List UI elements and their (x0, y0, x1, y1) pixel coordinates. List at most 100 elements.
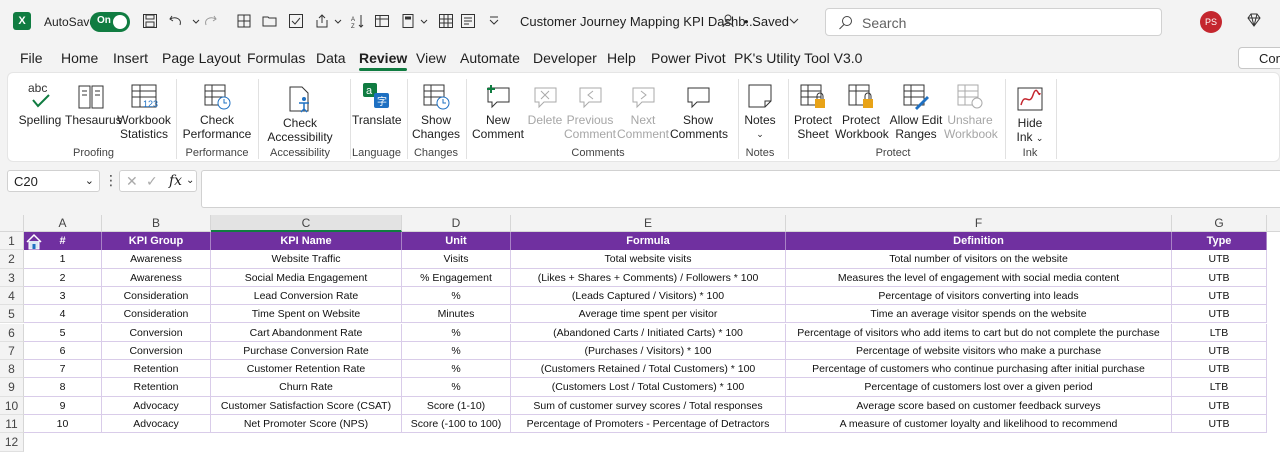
cell-kpi-name[interactable]: Time Spent on Website (211, 305, 402, 324)
cell-kpi-group[interactable]: Retention (102, 378, 211, 397)
cell-formula[interactable]: (Purchases / Visitors) * 100 (511, 341, 786, 361)
formula-input[interactable] (201, 170, 1280, 208)
cell-unit[interactable]: % (402, 323, 511, 342)
cell-type[interactable]: LTB (1172, 323, 1267, 342)
cell-kpi-name[interactable]: Customer Retention Rate (211, 360, 402, 379)
cell-kpi-name[interactable]: Social Media Engagement (211, 268, 402, 287)
header-cell-kpi-group[interactable]: KPI Group (102, 232, 211, 251)
check-performance-button[interactable]: Check Performance (181, 78, 253, 141)
column-header-h[interactable] (1267, 215, 1280, 232)
cell-definition[interactable]: Total number of visitors on the website (786, 250, 1172, 269)
select-all-corner[interactable] (0, 215, 24, 232)
cell-type[interactable]: UTB (1172, 360, 1267, 379)
column-header-d[interactable]: D (402, 215, 511, 232)
protect-workbook-button[interactable]: Protect Workbook (835, 78, 889, 141)
tab-review[interactable]: Review (359, 50, 408, 71)
cell-unit[interactable]: Visits (402, 250, 511, 269)
comments-button[interactable]: Com (1238, 47, 1280, 69)
show-changes-button[interactable]: Show Changes (410, 78, 462, 141)
tab-developer[interactable]: Developer (533, 50, 597, 66)
cell-num[interactable]: 10 (24, 415, 102, 434)
calculator-dropdown-icon[interactable] (414, 11, 434, 31)
row-header[interactable]: 9 (0, 378, 24, 397)
cell-type[interactable]: UTB (1172, 286, 1267, 306)
cell-num[interactable]: 3 (24, 286, 102, 306)
tab-power-pivot[interactable]: Power Pivot (651, 50, 726, 66)
thesaurus-button[interactable]: Thesaurus (65, 78, 122, 127)
borders-icon[interactable] (234, 11, 254, 31)
cell-formula[interactable]: (Customers Lost / Total Customers) * 100 (511, 378, 786, 397)
cell-kpi-name[interactable]: Lead Conversion Rate (211, 286, 402, 306)
form-icon[interactable] (458, 11, 478, 31)
cell-definition[interactable]: Percentage of visitors converting into l… (786, 286, 1172, 306)
insert-function-button[interactable]: fx (169, 173, 182, 189)
row-header[interactable]: 6 (0, 323, 24, 342)
cell-unit[interactable]: Score (1-10) (402, 396, 511, 415)
customize-toolbar-icon[interactable] (484, 11, 504, 31)
cell-definition[interactable]: Time an average visitor spends on the we… (786, 305, 1172, 324)
table-icon[interactable] (372, 11, 392, 31)
cell-kpi-name[interactable]: Customer Satisfaction Score (CSAT) (211, 396, 402, 415)
cell-num[interactable]: 7 (24, 360, 102, 379)
enter-icon[interactable]: ✓ (146, 173, 158, 190)
cancel-icon[interactable]: ✕ (126, 173, 138, 190)
row-header[interactable]: 2 (0, 250, 24, 269)
cell-num[interactable]: 1 (24, 250, 102, 269)
autosave-toggle[interactable]: On (90, 12, 130, 32)
new-comment-button[interactable]: New Comment (470, 78, 526, 141)
cell-unit[interactable]: % (402, 341, 511, 361)
tab-view[interactable]: View (416, 50, 446, 66)
premium-diamond-icon[interactable] (1246, 12, 1262, 33)
cell-kpi-group[interactable]: Consideration (102, 286, 211, 306)
cell-definition[interactable]: Percentage of website visitors who make … (786, 341, 1172, 361)
translate-button[interactable]: a字 Translate (352, 78, 402, 127)
name-box[interactable]: C20 ⌄ (7, 170, 100, 192)
home-icon[interactable] (25, 233, 43, 251)
cell-num[interactable]: 5 (24, 323, 102, 342)
sort-icon[interactable]: AZ (348, 11, 368, 31)
cell-type[interactable]: UTB (1172, 341, 1267, 361)
cell-kpi-name[interactable]: Purchase Conversion Rate (211, 341, 402, 361)
cell-formula[interactable]: Average time spent per visitor (511, 305, 786, 324)
cell-kpi-group[interactable]: Consideration (102, 305, 211, 324)
cell-kpi-group[interactable]: Advocacy (102, 396, 211, 415)
column-header-f[interactable]: F (786, 215, 1172, 232)
cell-formula[interactable]: Percentage of Promoters - Percentage of … (511, 415, 786, 434)
check-icon[interactable] (286, 11, 306, 31)
row-header[interactable]: 11 (0, 415, 24, 434)
tab-data[interactable]: Data (316, 50, 346, 66)
cell-unit[interactable]: Minutes (402, 305, 511, 324)
cell-formula[interactable]: (Likes + Shares + Comments) / Followers … (511, 268, 786, 287)
show-comments-button[interactable]: Show Comments (670, 78, 728, 141)
cell-unit[interactable]: % (402, 286, 511, 306)
protect-sheet-button[interactable]: Protect Sheet (790, 78, 836, 141)
row-header[interactable]: 5 (0, 305, 24, 324)
cell-type[interactable]: LTB (1172, 378, 1267, 397)
spelling-button[interactable]: abc Spelling (16, 78, 64, 127)
cell-kpi-group[interactable]: Conversion (102, 341, 211, 361)
header-cell-formula[interactable]: Formula (511, 232, 786, 251)
cell-formula[interactable]: Sum of customer survey scores / Total re… (511, 396, 786, 415)
cell-num[interactable]: 6 (24, 341, 102, 361)
cell-kpi-name[interactable]: Website Traffic (211, 250, 402, 269)
cell-definition[interactable]: Percentage of customers who continue pur… (786, 360, 1172, 379)
fx-dropdown-icon[interactable]: ⌄ (186, 175, 194, 186)
column-header-a[interactable]: A (24, 215, 102, 232)
saved-status[interactable]: • Saved (744, 14, 789, 29)
user-avatar[interactable]: PS (1200, 11, 1222, 33)
row-header[interactable]: 10 (0, 396, 24, 415)
open-folder-icon[interactable] (260, 11, 280, 31)
cell-type[interactable]: UTB (1172, 415, 1267, 434)
delete-comment-button[interactable]: Delete (525, 78, 565, 127)
row-header[interactable]: 4 (0, 286, 24, 306)
row-header[interactable]: 12 (0, 433, 24, 452)
row-header[interactable]: 8 (0, 360, 24, 379)
cell-num[interactable]: 4 (24, 305, 102, 324)
cell-kpi-name[interactable]: Cart Abandonment Rate (211, 323, 402, 342)
cell-definition[interactable]: A measure of customer loyalty and likeli… (786, 415, 1172, 434)
sensitivity-icon[interactable] (720, 11, 740, 31)
cell-type[interactable]: UTB (1172, 268, 1267, 287)
cell-unit[interactable]: % (402, 360, 511, 379)
cell-kpi-group[interactable]: Awareness (102, 268, 211, 287)
cell-definition[interactable]: Percentage of visitors who add items to … (786, 323, 1172, 342)
